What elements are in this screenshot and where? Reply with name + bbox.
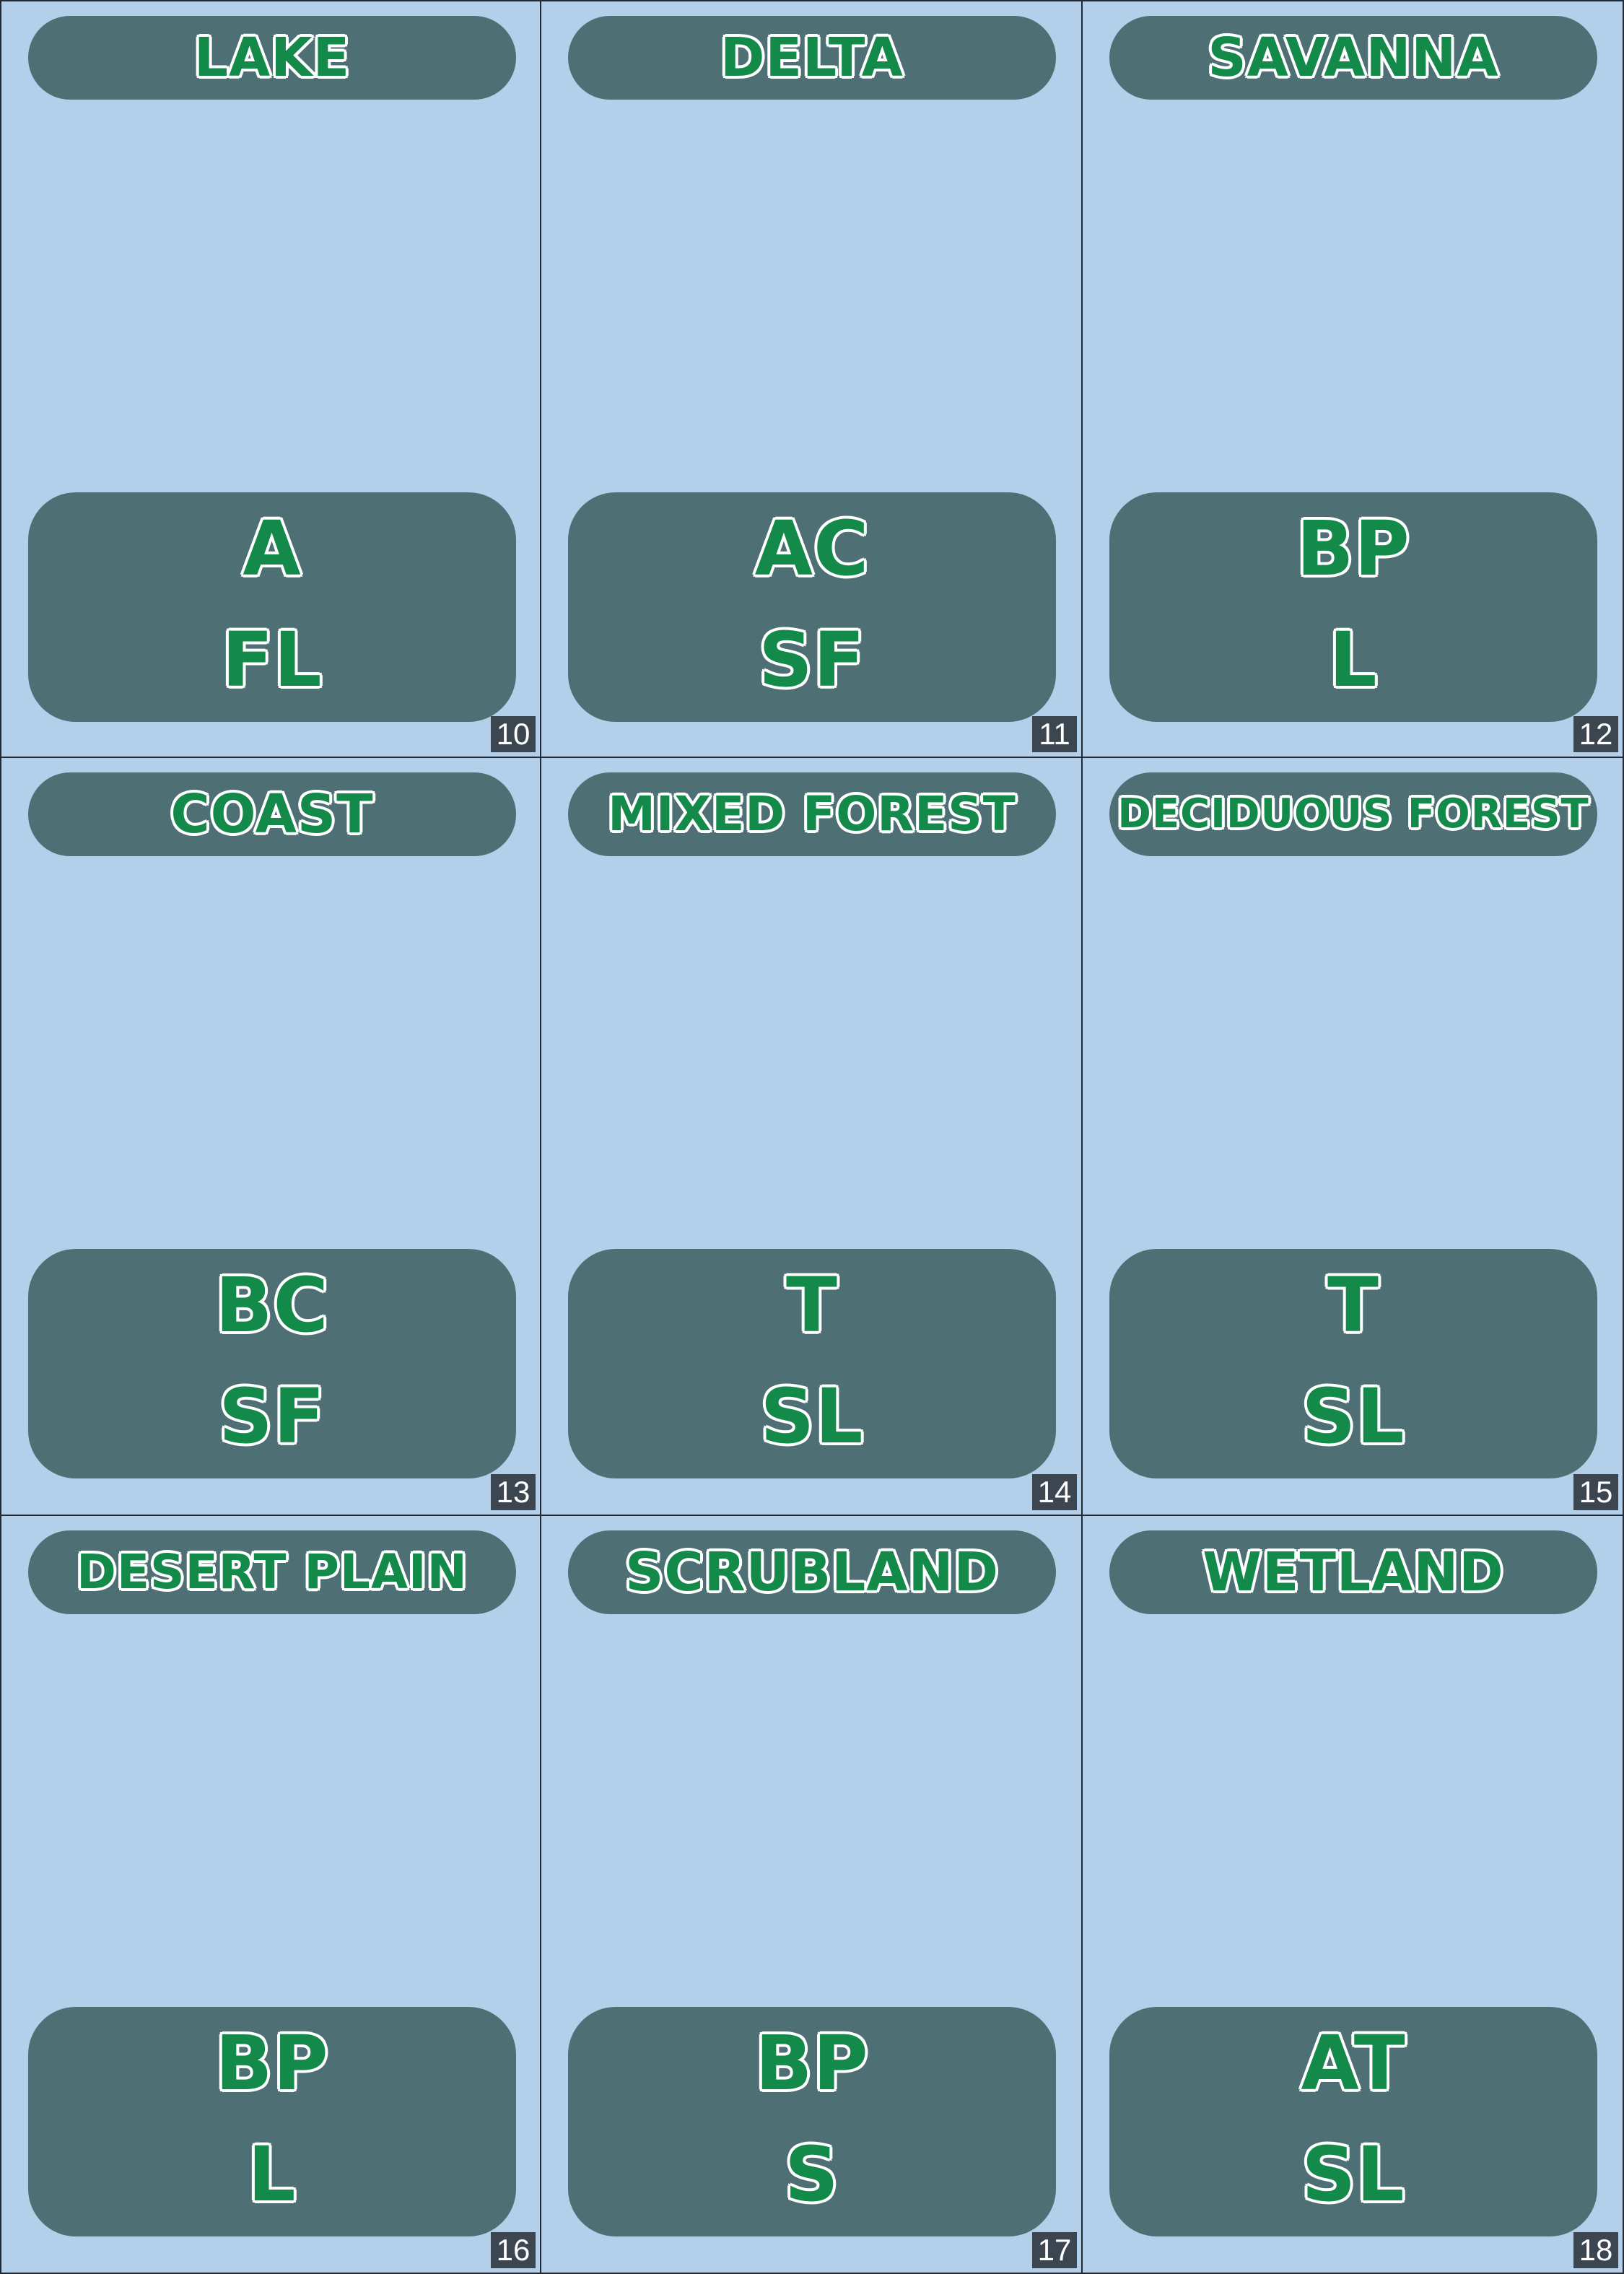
code-panel: T SL bbox=[568, 1249, 1056, 1478]
code-top: BP bbox=[754, 2019, 870, 2107]
code-panel: AC SF bbox=[568, 492, 1056, 722]
code-bottom: L bbox=[247, 2130, 297, 2218]
card-title: LAKE bbox=[193, 27, 351, 89]
card-wetland[interactable]: WETLAND AT SL 18 bbox=[1083, 1516, 1624, 2274]
code-top: BP bbox=[214, 2019, 330, 2107]
card-number-badge: 16 bbox=[491, 2232, 536, 2268]
code-top: AT bbox=[1300, 2019, 1406, 2107]
card-number-badge: 15 bbox=[1573, 1474, 1618, 1510]
code-top: T bbox=[1327, 1261, 1380, 1349]
card-number-badge: 17 bbox=[1032, 2232, 1077, 2268]
code-bottom: FL bbox=[221, 616, 323, 704]
card-sheet: LAKE A FL 10 DELTA AC SF 11 SAVANNA BP L… bbox=[0, 0, 1624, 2274]
card-title: DESERT PLAIN bbox=[76, 1544, 468, 1600]
card-scrubland[interactable]: SCRUBLAND BP S 17 bbox=[541, 1516, 1083, 2274]
code-panel: BP S bbox=[568, 2007, 1056, 2236]
code-bottom: L bbox=[1328, 616, 1378, 704]
card-title-bar: COAST bbox=[28, 772, 516, 856]
card-deciduous-forest[interactable]: DECIDUOUS FOREST T SL 15 bbox=[1083, 758, 1624, 1516]
code-panel: AT SL bbox=[1109, 2007, 1597, 2236]
card-number-badge: 11 bbox=[1032, 716, 1077, 752]
card-number-badge: 13 bbox=[491, 1474, 536, 1510]
card-number-badge: 14 bbox=[1032, 1474, 1077, 1510]
card-desert-plain[interactable]: DESERT PLAIN BP L 16 bbox=[0, 1516, 541, 2274]
card-title-bar: SAVANNA bbox=[1109, 16, 1597, 100]
card-title-bar: MIXED FOREST bbox=[568, 772, 1056, 856]
card-title-bar: LAKE bbox=[28, 16, 516, 100]
card-savanna[interactable]: SAVANNA BP L 12 bbox=[1083, 0, 1624, 758]
card-coast[interactable]: COAST BC SF 13 bbox=[0, 758, 541, 1516]
code-bottom: SF bbox=[758, 616, 866, 704]
card-number-badge: 12 bbox=[1573, 716, 1618, 752]
code-top: A bbox=[242, 505, 302, 593]
code-top: AC bbox=[754, 505, 870, 593]
card-number-badge: 10 bbox=[491, 716, 536, 752]
card-title: DELTA bbox=[720, 27, 904, 89]
card-title-bar: WETLAND bbox=[1109, 1530, 1597, 1614]
card-title: COAST bbox=[170, 783, 374, 845]
code-top: BP bbox=[1296, 505, 1411, 593]
code-panel: T SL bbox=[1109, 1249, 1597, 1478]
card-mixed-forest[interactable]: MIXED FOREST T SL 14 bbox=[541, 758, 1083, 1516]
code-bottom: S bbox=[784, 2130, 840, 2218]
card-delta[interactable]: DELTA AC SF 11 bbox=[541, 0, 1083, 758]
code-panel: A FL bbox=[28, 492, 516, 722]
card-title-bar: DELTA bbox=[568, 16, 1056, 100]
card-title: MIXED FOREST bbox=[607, 786, 1017, 842]
card-title: WETLAND bbox=[1202, 1541, 1504, 1603]
card-title-bar: SCRUBLAND bbox=[568, 1530, 1056, 1614]
code-bottom: SL bbox=[1301, 2130, 1405, 2218]
card-title-bar: DECIDUOUS FOREST bbox=[1109, 772, 1597, 856]
code-panel: BP L bbox=[1109, 492, 1597, 722]
code-bottom: SL bbox=[1301, 1372, 1405, 1460]
card-title: SAVANNA bbox=[1207, 27, 1499, 89]
code-bottom: SL bbox=[759, 1372, 864, 1460]
card-title: DECIDUOUS FOREST bbox=[1117, 790, 1589, 837]
card-title: SCRUBLAND bbox=[624, 1541, 1000, 1603]
card-lake[interactable]: LAKE A FL 10 bbox=[0, 0, 541, 758]
code-bottom: SF bbox=[218, 1372, 326, 1460]
card-title-bar: DESERT PLAIN bbox=[28, 1530, 516, 1614]
code-top: BC bbox=[214, 1261, 330, 1349]
code-top: T bbox=[785, 1261, 839, 1349]
code-panel: BP L bbox=[28, 2007, 516, 2236]
card-number-badge: 18 bbox=[1573, 2232, 1618, 2268]
code-panel: BC SF bbox=[28, 1249, 516, 1478]
